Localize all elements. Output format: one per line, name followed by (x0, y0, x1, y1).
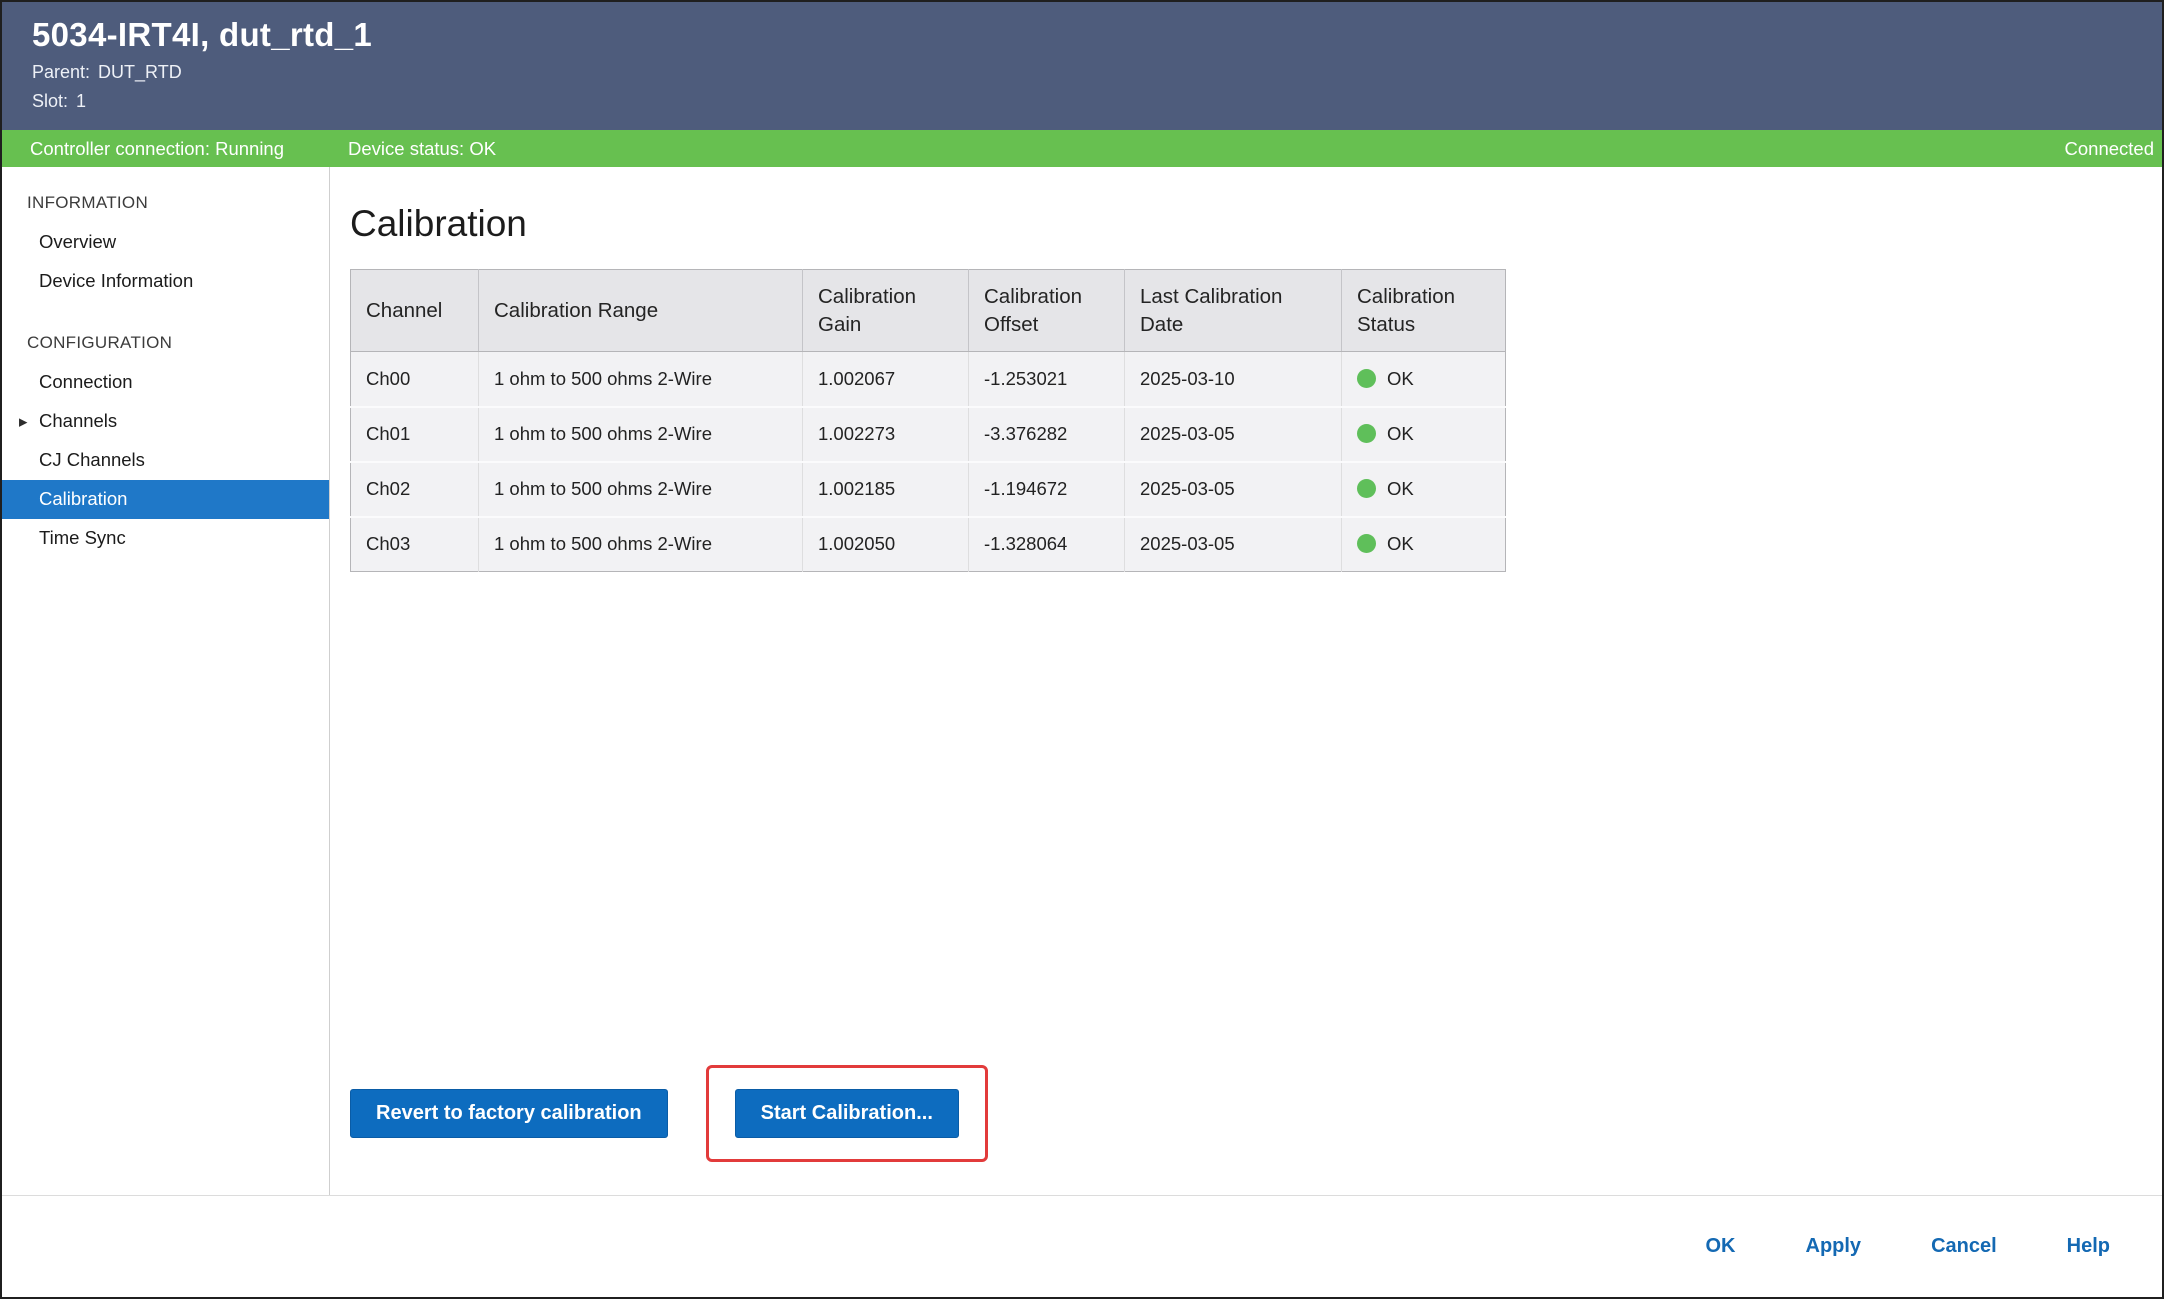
cell-gain: 1.002185 (803, 462, 969, 517)
cell-status: OK (1342, 352, 1506, 407)
device-title: 5034-IRT4I, dut_rtd_1 (32, 16, 2162, 54)
column-header-calibration-status: Calibration Status (1342, 270, 1506, 352)
device-header: 5034-IRT4I, dut_rtd_1 Parent: DUT_RTD Slo… (2, 2, 2162, 130)
slot-value: 1 (76, 91, 86, 111)
cell-channel: Ch02 (351, 462, 479, 517)
status-text: OK (1387, 533, 1414, 554)
cell-offset: -1.328064 (969, 517, 1125, 572)
parent-value: DUT_RTD (98, 62, 182, 82)
content-row: INFORMATION Overview Device Information … (2, 167, 2162, 1195)
cell-range: 1 ohm to 500 ohms 2-Wire (479, 517, 803, 572)
status-bar: Controller connection: Running Device st… (2, 130, 2162, 167)
cell-status: OK (1342, 407, 1506, 462)
column-header-channel: Channel (351, 270, 479, 352)
table-header: Channel Calibration Range Calibration Ga… (351, 270, 1506, 352)
sidebar-item-calibration[interactable]: Calibration (2, 480, 329, 519)
cell-offset: -3.376282 (969, 407, 1125, 462)
table-row: Ch00 1 ohm to 500 ohms 2-Wire 1.002067 -… (351, 352, 1506, 407)
controller-connection-status: Controller connection: Running (30, 138, 284, 160)
page-title: Calibration (350, 203, 2162, 245)
cell-channel: Ch00 (351, 352, 479, 407)
cell-offset: -1.194672 (969, 462, 1125, 517)
table-body: Ch00 1 ohm to 500 ohms 2-Wire 1.002067 -… (351, 352, 1506, 572)
cell-range: 1 ohm to 500 ohms 2-Wire (479, 352, 803, 407)
cell-gain: 1.002067 (803, 352, 969, 407)
dialog-footer: OK Apply Cancel Help (2, 1195, 2162, 1297)
column-header-calibration-offset: Calibration Offset (969, 270, 1125, 352)
start-calibration-button[interactable]: Start Calibration... (735, 1089, 959, 1138)
sidebar-item-cj-channels[interactable]: CJ Channels (2, 441, 329, 480)
calibration-table: Channel Calibration Range Calibration Ga… (350, 269, 1506, 572)
sidebar-section-configuration: CONFIGURATION (2, 323, 329, 363)
action-button-row: Revert to factory calibration Start Cali… (350, 1065, 988, 1162)
status-text: OK (1387, 368, 1414, 389)
cell-gain: 1.002273 (803, 407, 969, 462)
status-ok-icon (1357, 479, 1376, 498)
sidebar-item-device-information[interactable]: Device Information (2, 262, 329, 301)
cell-offset: -1.253021 (969, 352, 1125, 407)
column-header-calibration-range: Calibration Range (479, 270, 803, 352)
sidebar-item-overview[interactable]: Overview (2, 223, 329, 262)
device-status: Device status: OK (348, 138, 496, 160)
column-header-last-calibration-date: Last Calibration Date (1125, 270, 1342, 352)
status-text: OK (1387, 478, 1414, 499)
main-panel: Calibration Channel Calibration Range Ca… (330, 167, 2162, 1195)
sidebar-item-connection[interactable]: Connection (2, 363, 329, 402)
sidebar-item-channels[interactable]: ▶ Channels (2, 402, 329, 441)
cell-gain: 1.002050 (803, 517, 969, 572)
cell-status: OK (1342, 517, 1506, 572)
cell-date: 2025-03-05 (1125, 462, 1342, 517)
cell-date: 2025-03-05 (1125, 407, 1342, 462)
cell-range: 1 ohm to 500 ohms 2-Wire (479, 462, 803, 517)
sidebar: INFORMATION Overview Device Information … (2, 167, 330, 1195)
cell-date: 2025-03-05 (1125, 517, 1342, 572)
device-config-window: 5034-IRT4I, dut_rtd_1 Parent: DUT_RTD Slo… (0, 0, 2164, 1299)
ok-button[interactable]: OK (1706, 1235, 1736, 1258)
apply-button[interactable]: Apply (1806, 1235, 1862, 1258)
cell-date: 2025-03-10 (1125, 352, 1342, 407)
status-ok-icon (1357, 369, 1376, 388)
table-row: Ch02 1 ohm to 500 ohms 2-Wire 1.002185 -… (351, 462, 1506, 517)
status-ok-icon (1357, 424, 1376, 443)
column-header-calibration-gain: Calibration Gain (803, 270, 969, 352)
status-text: OK (1387, 423, 1414, 444)
annotation-highlight-box: Start Calibration... (706, 1065, 988, 1162)
connection-state: Connected (2065, 138, 2154, 160)
cell-channel: Ch03 (351, 517, 479, 572)
cell-channel: Ch01 (351, 407, 479, 462)
revert-factory-calibration-button[interactable]: Revert to factory calibration (350, 1089, 668, 1138)
sidebar-section-information: INFORMATION (2, 183, 329, 223)
cancel-button[interactable]: Cancel (1931, 1235, 1997, 1258)
cell-range: 1 ohm to 500 ohms 2-Wire (479, 407, 803, 462)
table-row: Ch01 1 ohm to 500 ohms 2-Wire 1.002273 -… (351, 407, 1506, 462)
status-ok-icon (1357, 534, 1376, 553)
device-slot: Slot: 1 (32, 91, 2162, 112)
sidebar-item-channels-label: Channels (39, 410, 117, 431)
help-button[interactable]: Help (2067, 1235, 2110, 1258)
parent-label: Parent: (32, 62, 90, 82)
sidebar-item-time-sync[interactable]: Time Sync (2, 519, 329, 558)
slot-label: Slot: (32, 91, 68, 111)
table-row: Ch03 1 ohm to 500 ohms 2-Wire 1.002050 -… (351, 517, 1506, 572)
table-header-row: Channel Calibration Range Calibration Ga… (351, 270, 1506, 352)
device-parent: Parent: DUT_RTD (32, 62, 2162, 83)
cell-status: OK (1342, 462, 1506, 517)
expand-arrow-icon[interactable]: ▶ (19, 415, 27, 428)
